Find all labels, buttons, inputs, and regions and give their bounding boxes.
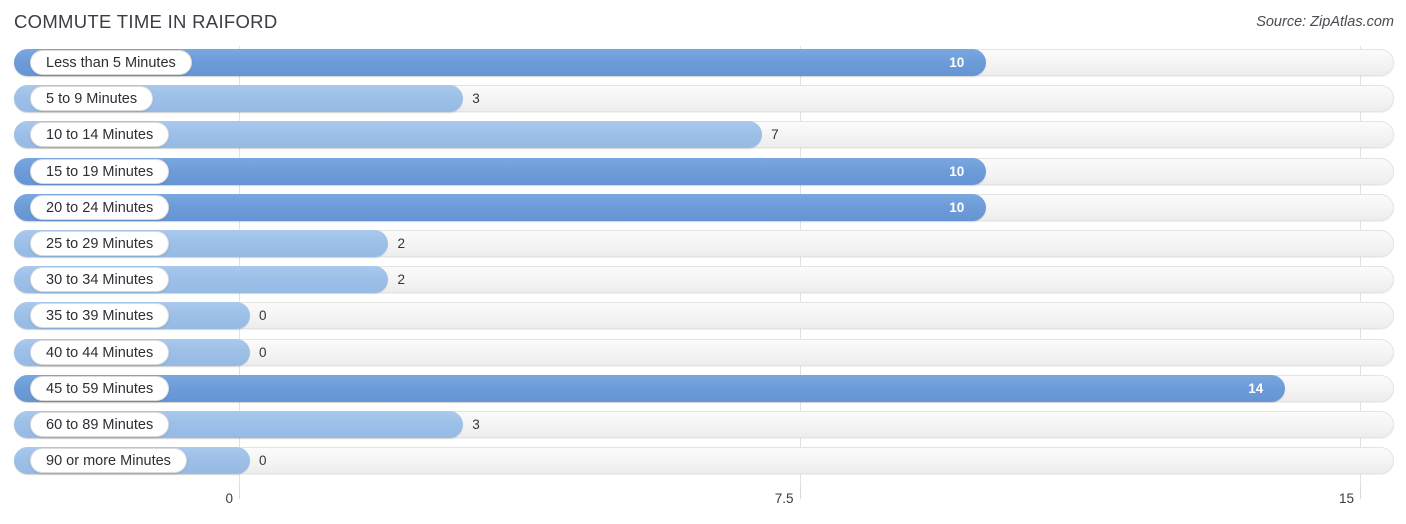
chart-header: COMMUTE TIME IN RAIFORD Source: ZipAtlas… — [0, 0, 1406, 46]
category-label-pill[interactable]: 15 to 19 Minutes — [30, 158, 170, 184]
x-axis-tick-label: 0 — [225, 491, 233, 506]
bar-row: 0 90 or more Minutes — [0, 444, 1406, 480]
bar-value-label: 0 — [259, 308, 267, 324]
bar-row: 2 25 to 29 Minutes — [0, 227, 1406, 263]
category-label-pill[interactable]: 60 to 89 Minutes — [30, 412, 170, 437]
bar-chart-plot-area: 10 Less than 5 Minutes 3 5 to 9 Minutes 7 10 … — [0, 46, 1406, 486]
category-label-pill[interactable]: 25 to 29 Minutes — [30, 231, 170, 256]
bar-row: 0 40 to 44 Minutes — [0, 336, 1406, 372]
bar-row: 3 5 to 9 Minutes — [0, 82, 1406, 118]
bar-row: 3 60 to 89 Minutes — [0, 408, 1406, 444]
bar-row: 10 15 to 19 Minutes — [0, 155, 1406, 191]
bar-value-label: 0 — [259, 453, 267, 469]
x-axis-tick-mark — [239, 486, 240, 499]
bar-row: 14 45 to 59 Minutes — [0, 372, 1406, 408]
category-label-pill[interactable]: 30 to 34 Minutes — [30, 267, 170, 293]
bar-value-label: 0 — [259, 344, 267, 360]
category-label-pill[interactable]: 35 to 39 Minutes — [30, 303, 170, 329]
x-axis: 0 7.5 15 — [0, 486, 1406, 524]
x-axis-tick-mark — [1360, 486, 1361, 499]
x-axis-tick-mark — [799, 486, 801, 499]
category-label-pill[interactable]: Less than 5 Minutes — [30, 50, 192, 75]
source-attribution: Source: ZipAtlas.com — [1256, 14, 1394, 30]
category-label-pill[interactable]: 20 to 24 Minutes — [30, 194, 170, 220]
x-axis-tick-label: 15 — [1338, 491, 1354, 506]
bar-value-label: 2 — [397, 236, 405, 251]
page-title: COMMUTE TIME IN RAIFORD — [14, 11, 278, 32]
bar-value-label: 7 — [771, 127, 779, 143]
bar-value-label: 3 — [472, 417, 480, 432]
bar-row: 10 Less than 5 Minutes — [0, 46, 1406, 82]
category-label-pill[interactable]: 10 to 14 Minutes — [30, 122, 170, 148]
category-label-pill[interactable]: 5 to 9 Minutes — [30, 86, 154, 112]
bar-value-label: 2 — [397, 272, 405, 288]
category-label-pill[interactable]: 40 to 44 Minutes — [30, 339, 170, 365]
category-label-pill[interactable]: 90 or more Minutes — [30, 448, 187, 474]
bar-row: 10 20 to 24 Minutes — [0, 191, 1406, 227]
bar-row: 7 10 to 14 Minutes — [0, 118, 1406, 154]
bar-value-label: 14 — [1248, 380, 1264, 396]
bar-row: 2 30 to 34 Minutes — [0, 263, 1406, 299]
category-label-pill[interactable]: 45 to 59 Minutes — [30, 375, 170, 401]
bar-value-label: 3 — [472, 91, 480, 107]
bar-row: 0 35 to 39 Minutes — [0, 299, 1406, 335]
x-axis-tick-label: 7.5 — [774, 491, 794, 506]
